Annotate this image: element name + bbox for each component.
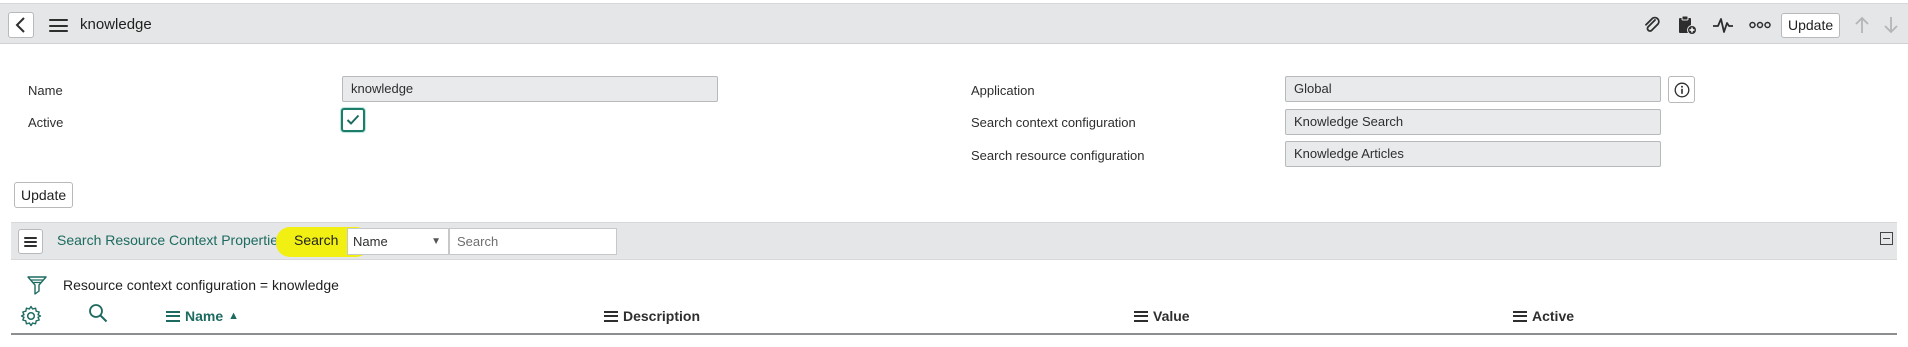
related-list-header: Search Resource Context Properties Searc… <box>11 222 1897 260</box>
column-header-description-label: Description <box>623 308 701 324</box>
column-header-active-label: Active <box>1532 308 1575 324</box>
update-button[interactable]: Update <box>14 182 74 208</box>
clipboard-add-icon[interactable] <box>1675 14 1699 36</box>
list-menu-button[interactable] <box>18 229 43 254</box>
header-update-button[interactable]: Update <box>1781 13 1841 38</box>
column-header-description[interactable]: Description <box>604 308 700 324</box>
name-label: Name <box>28 83 63 98</box>
gear-icon[interactable] <box>20 305 42 327</box>
name-field[interactable]: knowledge <box>342 76 718 102</box>
collapse-icon[interactable] <box>1880 232 1893 245</box>
search-icon[interactable] <box>88 303 108 323</box>
back-button[interactable] <box>8 12 34 38</box>
more-options-icon[interactable] <box>1748 14 1772 36</box>
column-header-value[interactable]: Value <box>1134 308 1190 324</box>
arrow-up-icon[interactable] <box>1850 14 1874 36</box>
column-menu-icon[interactable] <box>604 310 618 322</box>
search-field-select-value: Name <box>353 234 388 249</box>
paperclip-icon[interactable] <box>1640 14 1664 36</box>
column-menu-icon[interactable] <box>1513 310 1527 322</box>
search-context-label: Search context configuration <box>971 115 1136 130</box>
column-menu-icon[interactable] <box>1134 310 1148 322</box>
column-header-name[interactable]: Name ▲ <box>166 308 239 324</box>
active-label: Active <box>28 115 64 130</box>
application-label: Application <box>971 83 1035 98</box>
column-menu-icon[interactable] <box>166 310 180 322</box>
filter-breadcrumb[interactable]: Resource context configuration = knowled… <box>63 277 339 293</box>
search-context-field[interactable]: Knowledge Search <box>1285 109 1661 135</box>
column-header-value-label: Value <box>1153 308 1190 324</box>
context-menu-icon[interactable] <box>49 19 68 32</box>
search-field-select[interactable]: Name ▼ <box>347 228 449 255</box>
page-title: knowledge <box>80 16 152 33</box>
search-label: Search <box>294 232 339 248</box>
checkmark-icon <box>346 114 360 125</box>
related-list-title[interactable]: Search Resource Context Properties <box>57 232 285 248</box>
search-resource-label: Search resource configuration <box>971 148 1145 163</box>
list-search-input[interactable]: Search <box>449 228 617 255</box>
column-header-name-label: Name <box>185 308 224 324</box>
application-field[interactable]: Global <box>1285 76 1661 102</box>
active-checkbox[interactable] <box>341 108 365 132</box>
activity-pulse-icon[interactable] <box>1711 14 1735 36</box>
chevron-left-icon <box>15 17 25 33</box>
info-button[interactable] <box>1668 76 1695 103</box>
hamburger-icon <box>24 236 37 247</box>
info-icon <box>1674 82 1689 97</box>
dropdown-arrow-icon: ▼ <box>431 236 441 247</box>
column-header-active[interactable]: Active <box>1513 308 1574 324</box>
column-header-divider <box>11 333 1897 335</box>
form-header: knowledge Update <box>0 3 1908 44</box>
filter-icon[interactable] <box>27 275 47 297</box>
search-resource-field[interactable]: Knowledge Articles <box>1285 141 1661 167</box>
arrow-down-icon[interactable] <box>1879 14 1903 36</box>
sort-ascending-icon: ▲ <box>228 310 240 322</box>
